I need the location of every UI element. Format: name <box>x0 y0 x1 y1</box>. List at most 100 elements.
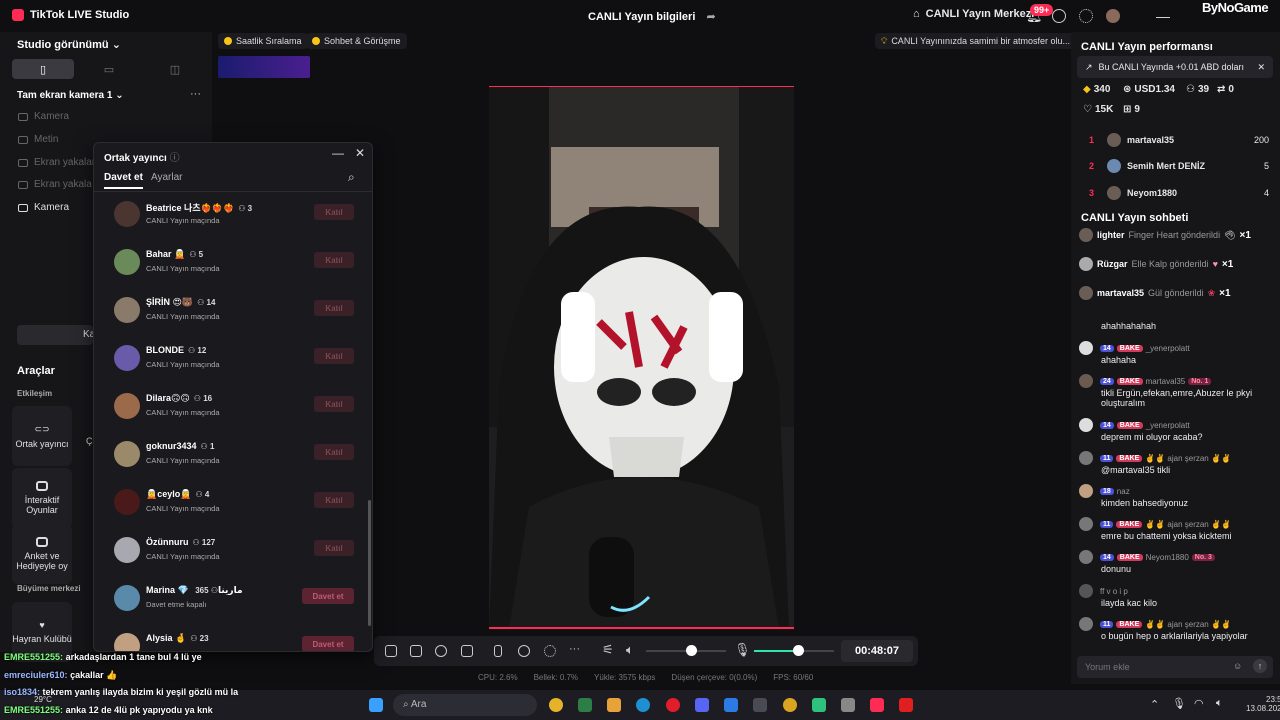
dialog-scrollbar[interactable] <box>368 500 371 626</box>
info-icon[interactable]: ⓘ <box>170 153 180 164</box>
join-button[interactable]: Katıl <box>314 300 354 316</box>
magic-icon[interactable] <box>385 645 397 657</box>
invite-button[interactable]: Davet et <box>302 636 354 651</box>
minimize-icon[interactable]: — <box>332 146 344 160</box>
app-icon[interactable] <box>841 698 855 712</box>
excel-icon[interactable] <box>578 698 592 712</box>
right-panel: CANLI Yayın performansı ↗ Bu CANLI Yayın… <box>1071 32 1280 684</box>
edge-icon[interactable] <box>636 698 650 712</box>
speaker-volume-knob[interactable] <box>686 645 697 656</box>
live-info-title[interactable]: CANLI Yayın bilgileri ➦ <box>588 10 716 23</box>
fps-stat: FPS: 60/60 <box>773 673 814 682</box>
join-button[interactable]: Katıl <box>314 540 354 556</box>
live-center-button[interactable]: ⌂ CANLI Yayın Merkezi <box>913 8 1034 20</box>
windows-start-icon[interactable] <box>369 698 383 712</box>
app-icon[interactable] <box>812 698 826 712</box>
invite-button[interactable]: Davet et <box>302 588 354 604</box>
source-item[interactable]: Ekran yakala <box>18 179 92 190</box>
join-button[interactable]: Katıl <box>314 396 354 412</box>
tab-settings[interactable]: Ayarlar <box>151 172 183 183</box>
youtube-icon[interactable] <box>899 698 913 712</box>
host-name: Beatrice 나츠❤️‍🔥❤️‍🔥❤️‍🔥 ⚇ 3 <box>146 201 252 214</box>
chevron-up-icon[interactable]: ⌃ <box>1150 698 1159 711</box>
source-item[interactable]: Kamera <box>18 111 69 122</box>
ranking-row[interactable]: 3 Neyom1880 4 <box>1089 186 1279 200</box>
host-status: CANLI Yayın maçında <box>146 312 220 321</box>
tools-title: Araçlar <box>17 365 55 377</box>
host-name: Marina 💎 مارينا⚇ 365 <box>146 585 243 596</box>
interactive-games-tool[interactable]: İnteraktif Oyunlar <box>12 468 72 528</box>
speaker-icon[interactable]: 🔈︎ <box>626 642 634 658</box>
join-button[interactable]: Katıl <box>314 444 354 460</box>
tip-banner[interactable]: 💡︎ CANLI Yayınınızda samimi bir atmosfer … <box>875 33 1077 49</box>
join-button[interactable]: Katıl <box>314 252 354 268</box>
scene-dropdown[interactable]: Tam ekran kamera 1 ⌄ <box>17 90 124 101</box>
host-name-text: ŞİRİN 😍🐻 <box>146 297 194 307</box>
comment-input[interactable]: Yorum ekle ☺ ↑ <box>1077 656 1273 678</box>
chat-text: donunu <box>1101 564 1132 574</box>
tab-invite[interactable]: Davet et <box>104 172 143 189</box>
add-source-button[interactable]: Ka <box>17 325 95 345</box>
emoji-icon[interactable]: ☺ <box>1233 661 1242 671</box>
ranking-row[interactable]: 2 Semih Mert DENİZ 5 <box>1089 159 1279 173</box>
mic-icon[interactable]: 🎙︎ <box>1172 697 1186 710</box>
tiktok-icon[interactable] <box>870 698 884 712</box>
add-media-icon[interactable] <box>461 645 473 657</box>
phone-icon[interactable] <box>494 645 502 657</box>
effects-icon[interactable] <box>410 645 422 657</box>
live-timer: 00:48:07 <box>841 640 913 662</box>
mixer-icon[interactable]: ⚟ <box>602 642 614 658</box>
overlay-msg: arkadaşlardan 1 tane bul 4 lü ye <box>65 652 202 662</box>
share-icon[interactable]: ➦ <box>706 11 715 23</box>
discord-icon[interactable] <box>695 698 709 712</box>
chrome-icon[interactable] <box>783 698 797 712</box>
opera-icon[interactable] <box>666 698 680 712</box>
more-icon[interactable]: ··· <box>569 643 580 655</box>
clock[interactable]: 23:5613.08.2026 <box>1246 695 1280 713</box>
join-button[interactable]: Katıl <box>314 204 354 220</box>
send-icon[interactable]: ↑ <box>1253 659 1267 673</box>
viewer-count: ⚇ 4 <box>195 490 209 499</box>
join-button[interactable]: Katıl <box>314 492 354 508</box>
ranking-row[interactable]: 1 martaval35 200 <box>1089 133 1279 147</box>
taskbar-search[interactable]: ⌕ Ara <box>393 694 537 716</box>
gear-icon[interactable] <box>1079 9 1093 23</box>
close-icon[interactable]: ✕ <box>355 146 365 160</box>
portrait-view-tab[interactable]: ▯ <box>12 59 74 79</box>
avatar <box>114 537 140 563</box>
chrome-icon[interactable] <box>549 698 563 712</box>
help-icon[interactable] <box>1052 9 1066 23</box>
close-icon[interactable]: ✕ <box>1257 62 1265 73</box>
search-icon[interactable]: ⌕ <box>348 170 355 185</box>
record-icon[interactable] <box>518 645 530 657</box>
host-name: ŞİRİN 😍🐻 ⚇ 14 <box>146 297 215 308</box>
avatar[interactable] <box>1106 9 1120 23</box>
promo-banner[interactable] <box>218 56 310 78</box>
host-status: CANLI Yayın maçında <box>146 360 220 369</box>
tip-text: CANLI Yayınınızda samimi bir atmosfer ol… <box>891 36 1071 46</box>
source-item[interactable]: Metin <box>18 134 58 145</box>
dual-view-tab[interactable]: ◫ <box>144 59 206 79</box>
app-icon[interactable] <box>753 698 767 712</box>
avatar <box>1079 451 1093 465</box>
volume-icon[interactable]: 🔈︎ <box>1216 697 1223 710</box>
poll-gift-tool[interactable]: Anket ve Hediyeyle oy <box>12 524 72 584</box>
gifters-value: 9 <box>1134 104 1140 115</box>
studio-view-dropdown[interactable]: Studio görünümü ⌄ <box>17 38 121 51</box>
mic-icon[interactable]: 🎙︎ <box>734 642 751 658</box>
landscape-view-tab[interactable]: ▭ <box>78 59 140 79</box>
chat-call-tag[interactable]: Sohbet & Görüşme <box>306 33 407 49</box>
minimize-icon[interactable]: — <box>1156 8 1170 24</box>
folder-icon[interactable] <box>607 698 621 712</box>
join-button[interactable]: Katıl <box>314 348 354 364</box>
hourly-ranking-tag[interactable]: Saatlik Sıralama <box>218 33 308 49</box>
settings-icon[interactable] <box>544 645 556 657</box>
store-icon[interactable] <box>724 698 738 712</box>
co-host-tool[interactable]: ⊂⊃ Ortak yayıncı <box>12 406 72 466</box>
source-item[interactable]: Kamera <box>18 202 69 213</box>
wifi-icon[interactable]: ◠ <box>1194 697 1204 710</box>
mic-volume-knob[interactable] <box>793 645 804 656</box>
more-icon[interactable]: ··· <box>190 88 201 100</box>
tool-label: Anket ve Hediyeyle oy <box>16 551 68 571</box>
ai-icon[interactable] <box>435 645 447 657</box>
